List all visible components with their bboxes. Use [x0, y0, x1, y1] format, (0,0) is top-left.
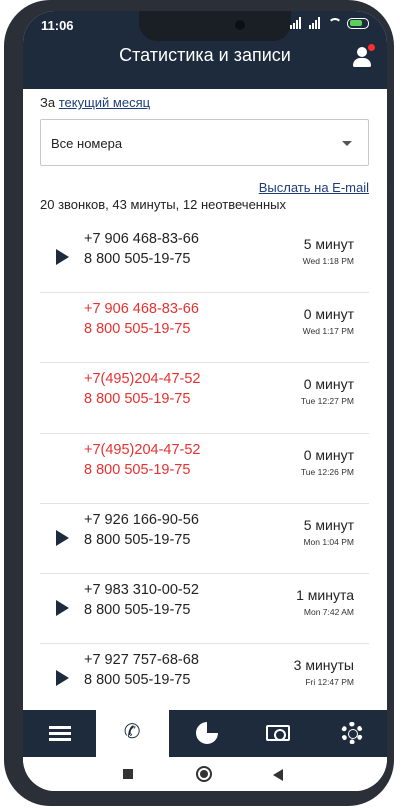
call-timestamp: Fri 12:47 PM [305, 677, 354, 688]
called-number: 8 800 505-19-75 [84, 672, 191, 689]
call-numbers: +7 983 310-00-52 8 800 505-19-75 [84, 580, 199, 620]
play-icon[interactable] [56, 249, 69, 265]
called-number: 8 800 505-19-75 [84, 251, 191, 267]
chevron-down-icon [342, 141, 352, 146]
call-timestamp: Mon 1:04 PM [303, 536, 354, 547]
caller-number: +7(495)204-47-52 [84, 371, 201, 388]
period-line: За текущий месяц [40, 95, 150, 110]
send-email-link[interactable]: Выслать на E-mail [259, 180, 369, 195]
wifi-icon [328, 18, 342, 28]
menu-icon [49, 726, 71, 741]
screen: 11:06 Статистика и записи За текущий мес… [23, 11, 387, 791]
select-value: Все номера [51, 136, 123, 151]
page-title: Статистика и записи [119, 45, 291, 65]
nav-payments[interactable] [241, 710, 314, 757]
notch [139, 11, 291, 41]
call-duration: 0 минут [303, 306, 354, 323]
calls-summary: 20 звонков, 43 минуты, 12 неотвеченных [40, 197, 287, 212]
call-duration: 5 минут [303, 516, 354, 533]
battery-icon [347, 17, 369, 29]
call-duration: 0 минут [303, 376, 354, 393]
called-number: 8 800 505-19-75 [84, 391, 191, 408]
phone-icon: ✆ [123, 721, 141, 743]
caller-number: +7 926 166-90-56 [84, 511, 199, 528]
status-icons [290, 17, 369, 29]
call-duration: 5 минут [303, 236, 354, 252]
caller-number: +7 906 468-83-66 [84, 231, 199, 247]
call-timestamp: Tue 12:26 PM [300, 466, 354, 477]
call-duration: 1 минута [296, 586, 354, 603]
nav-statistics[interactable] [169, 710, 242, 757]
call-timestamp: Mon 7:42 AM [303, 606, 354, 617]
call-numbers: +7 927 757-68-68 8 800 505-19-75 [84, 650, 199, 690]
caller-number: +7 983 310-00-52 [84, 581, 199, 598]
nav-support[interactable] [314, 710, 387, 757]
call-row[interactable]: +7 927 757-68-68 8 800 505-19-75 3 минуты F… [40, 644, 369, 714]
call-numbers: +7 906 468-83-66 8 800 505-19-75 [84, 299, 199, 339]
call-row[interactable]: +7(495)204-47-52 8 800 505-19-75 0 минут Tu… [40, 434, 369, 504]
signal-icon [309, 17, 323, 29]
lifebuoy-icon [341, 722, 364, 744]
call-duration: 0 минут [303, 446, 354, 463]
call-row[interactable]: +7 983 310-00-52 8 800 505-19-75 1 минута M… [40, 574, 369, 645]
call-row[interactable]: +7 906 468-83-66 8 800 505-19-75 5 минут We… [40, 223, 369, 294]
notification-dot [368, 44, 375, 51]
call-list: +7 906 468-83-66 8 800 505-19-75 5 минут We… [40, 223, 369, 714]
caller-number: +7(495)204-47-52 [84, 441, 201, 458]
recents-icon[interactable] [123, 769, 133, 779]
back-icon[interactable] [273, 769, 283, 781]
call-duration: 3 минуты [293, 657, 354, 674]
play-icon[interactable] [56, 599, 69, 616]
call-row[interactable]: +7(495)204-47-52 8 800 505-19-75 0 минут Tu… [40, 363, 369, 434]
called-number: 8 800 505-19-75 [84, 321, 191, 338]
play-icon[interactable] [56, 670, 69, 687]
nav-menu[interactable] [23, 710, 96, 757]
caller-number: +7 927 757-68-68 [84, 652, 199, 669]
nav-calls[interactable]: ✆ [95, 710, 169, 757]
signal-icon [290, 17, 304, 29]
call-numbers: +7(495)204-47-52 8 800 505-19-75 [84, 440, 201, 480]
call-timestamp: Tue 12:27 PM [300, 396, 354, 407]
period-prefix: За [40, 95, 56, 110]
called-number: 8 800 505-19-75 [84, 531, 191, 548]
money-icon [266, 725, 291, 741]
number-filter-select[interactable]: Все номера [40, 119, 369, 166]
call-row[interactable]: +7 906 468-83-66 8 800 505-19-75 0 минут We… [40, 293, 369, 364]
pie-chart-icon [195, 722, 218, 744]
system-nav-bar [23, 757, 387, 791]
call-row[interactable]: +7 926 166-90-56 8 800 505-19-75 5 минут Mo… [40, 504, 369, 574]
play-icon[interactable] [56, 529, 69, 546]
called-number: 8 800 505-19-75 [84, 461, 191, 478]
home-icon[interactable] [196, 766, 212, 782]
call-timestamp: Wed 1:17 PM [302, 326, 354, 337]
camera [235, 20, 245, 30]
caller-number: +7 906 468-83-66 [84, 301, 199, 318]
call-numbers: +7 906 468-83-66 8 800 505-19-75 [84, 229, 199, 269]
user-icon[interactable] [351, 44, 375, 68]
status-time: 11:06 [41, 18, 74, 33]
call-numbers: +7 926 166-90-56 8 800 505-19-75 [84, 510, 199, 550]
volume-up-button [4, 112, 12, 176]
app-header: 11:06 Статистика и записи [23, 11, 387, 89]
call-timestamp: Wed 1:18 PM [302, 256, 354, 266]
volume-down-button [4, 188, 12, 266]
period-link[interactable]: текущий месяц [59, 95, 150, 110]
call-numbers: +7(495)204-47-52 8 800 505-19-75 [84, 369, 201, 409]
bottom-nav: ✆ [23, 710, 387, 757]
phone-frame: 11:06 Статистика и записи За текущий мес… [4, 0, 394, 806]
called-number: 8 800 505-19-75 [84, 601, 191, 618]
